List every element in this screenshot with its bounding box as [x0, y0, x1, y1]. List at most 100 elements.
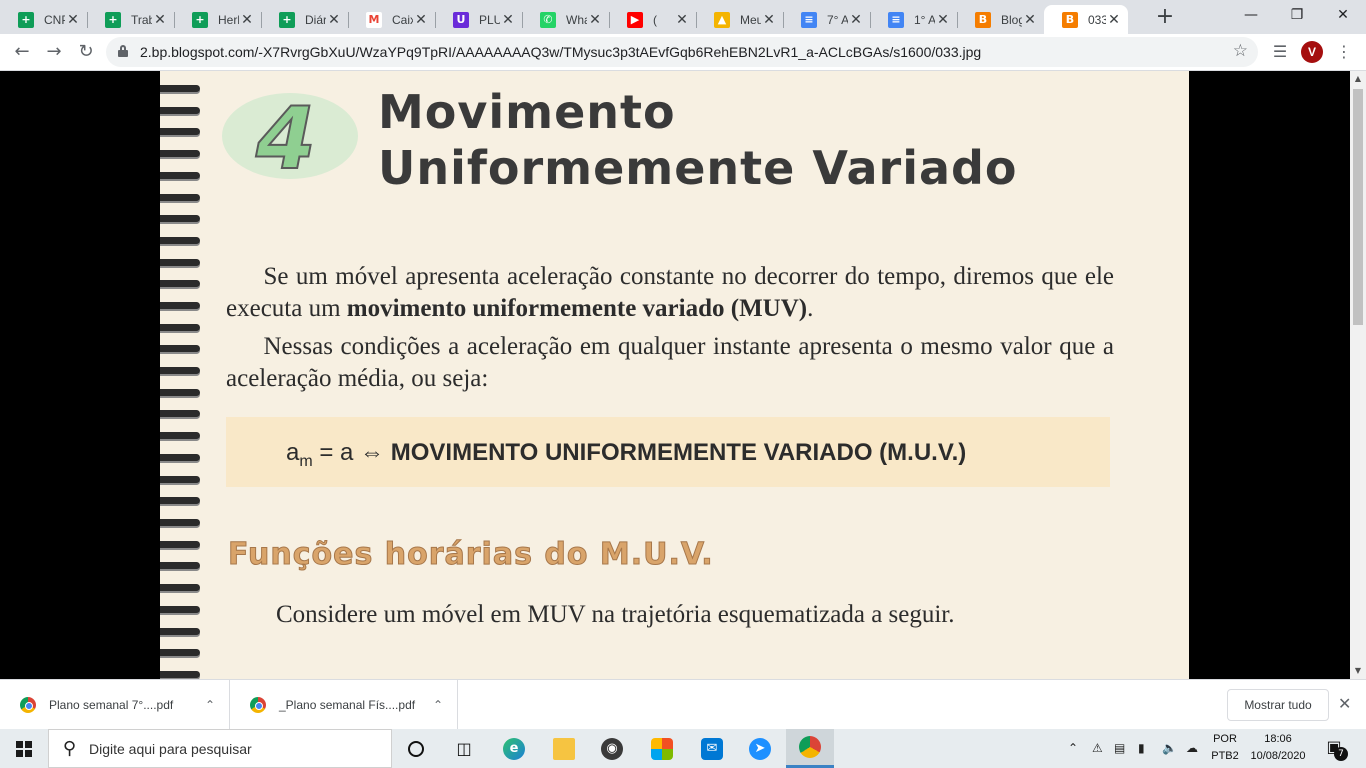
menu-icon[interactable]: ⋮ [1332, 40, 1356, 64]
volume-icon[interactable]: 🔈 [1162, 729, 1177, 768]
tab-title[interactable]: CNP [44, 13, 65, 27]
chrome-taskbar-icon[interactable] [786, 729, 834, 768]
blogger-icon: B [1062, 11, 1078, 28]
sheets-icon: + [105, 11, 121, 28]
media-control-icon[interactable]: ☰ [1268, 40, 1292, 64]
tab-close-icon[interactable]: ✕ [413, 12, 429, 28]
onedrive-icon[interactable]: ☁ [1186, 729, 1198, 768]
browser-tab[interactable]: ≡ 1° A ✕ [870, 5, 957, 34]
spiral-ring [160, 541, 200, 548]
tab-title[interactable]: Blog [1001, 13, 1022, 27]
tab-close-icon[interactable]: ✕ [761, 12, 777, 28]
mail-icon[interactable]: ✉ [688, 729, 736, 768]
tab-title[interactable]: Wha [566, 13, 587, 27]
url-text[interactable]: 2.bp.blogspot.com/-X7RvrgGbXuU/WzaYPq9Tp… [140, 44, 981, 60]
tab-title[interactable]: PLU [479, 13, 500, 27]
tab-close-icon[interactable]: ✕ [935, 12, 951, 28]
network-icon[interactable]: ▤ [1114, 729, 1125, 768]
task-view-icon[interactable]: ◫ [440, 729, 488, 768]
spiral-ring [160, 389, 200, 396]
spiral-ring [160, 410, 200, 417]
tab-close-icon[interactable]: ✕ [848, 12, 864, 28]
tab-title[interactable]: 7° A [827, 13, 848, 27]
tab-close-icon[interactable]: ✕ [326, 12, 342, 28]
browser-tab[interactable]: M Caix✕ [348, 5, 435, 34]
browser-tab[interactable]: ▲ Meu ✕ [696, 5, 783, 34]
search-placeholder[interactable]: Digite aqui para pesquisar [89, 741, 252, 757]
spiral-ring [160, 280, 200, 287]
start-button[interactable] [0, 729, 48, 768]
tab-title[interactable]: Diár [305, 13, 326, 27]
forward-button[interactable]: → [40, 38, 68, 66]
tab-title[interactable]: 033. [1088, 13, 1106, 27]
youtube-icon: ▶ [627, 11, 643, 28]
browser-tab[interactable]: + Diár ✕ [261, 5, 348, 34]
close-icon[interactable]: ✕ [1338, 694, 1351, 713]
browser-tab[interactable]: B 033.✕ [1044, 5, 1128, 34]
edge-icon[interactable]: e [490, 729, 538, 768]
minimize-button[interactable]: — [1228, 0, 1274, 34]
download-item[interactable]: Plano semanal 7°....pdf ⌃ [0, 680, 230, 730]
tab-close-icon[interactable]: ✕ [674, 12, 690, 28]
tab-close-icon[interactable]: ✕ [239, 12, 255, 28]
gmail-icon: M [366, 11, 382, 28]
show-all-button[interactable]: Mostrar tudo [1227, 689, 1329, 721]
obs-icon[interactable]: ◉ [588, 729, 636, 768]
battery-icon[interactable]: ▮ [1138, 729, 1145, 768]
tab-close-icon[interactable]: ✕ [1022, 12, 1038, 28]
taskbar-search[interactable]: ⚲ Digite aqui para pesquisar [48, 729, 392, 768]
tab-close-icon[interactable]: ✕ [1106, 12, 1122, 28]
tab-title[interactable]: Herb [218, 13, 239, 27]
browser-tab[interactable]: ▶ (✕ [609, 5, 696, 34]
tab-title[interactable]: Trab [131, 13, 152, 27]
scrollbar-thumb[interactable] [1353, 89, 1363, 325]
tab-close-icon[interactable]: ✕ [500, 12, 516, 28]
scroll-up-arrow[interactable]: ▲ [1350, 71, 1366, 87]
close-window-button[interactable]: ✕ [1320, 0, 1366, 34]
browser-tab[interactable]: ✆ Wha✕ [522, 5, 609, 34]
download-name[interactable]: _Plano semanal Fís....pdf [279, 698, 415, 712]
restore-button[interactable]: ❐ [1274, 0, 1320, 34]
browser-app-icon[interactable]: ➤ [736, 729, 784, 768]
browser-tab[interactable]: B Blog ✕ [957, 5, 1044, 34]
formula-subscript: m [299, 452, 313, 470]
address-bar[interactable]: 2.bp.blogspot.com/-X7RvrgGbXuU/WzaYPq9Tp… [106, 37, 1258, 67]
clock-time: 18:06 [1264, 733, 1292, 745]
tab-close-icon[interactable]: ✕ [587, 12, 603, 28]
profile-avatar[interactable]: V [1301, 41, 1323, 63]
show-hidden-icons[interactable]: ⌃ [1068, 729, 1078, 768]
book-page-image: 4 Movimento Uniformemente Variado Se um … [160, 71, 1189, 679]
reload-button[interactable]: ↻ [72, 38, 100, 66]
vertical-scrollbar[interactable]: ▲ ▼ [1350, 71, 1366, 679]
spiral-binding [160, 71, 204, 679]
scroll-down-arrow[interactable]: ▼ [1350, 663, 1366, 679]
store-icon[interactable] [638, 729, 686, 768]
bookmark-star-icon[interactable]: ☆ [1233, 41, 1248, 61]
browser-tab[interactable]: ≡ 7° A ✕ [783, 5, 870, 34]
download-name[interactable]: Plano semanal 7°....pdf [49, 698, 173, 712]
browser-tab[interactable]: U PLU ✕ [435, 5, 522, 34]
clock[interactable]: 18:06 10/08/2020 [1246, 731, 1310, 765]
browser-tab[interactable]: + Trab ✕ [87, 5, 174, 34]
chapter-title-line2: Uniformemente Variado [378, 141, 1018, 195]
tab-title[interactable]: 1° A [914, 13, 935, 27]
tab-title[interactable]: Meu [740, 13, 761, 27]
tab-close-icon[interactable]: ✕ [65, 12, 81, 28]
tab-close-icon[interactable]: ✕ [152, 12, 168, 28]
tab-title[interactable]: Caix [392, 13, 413, 27]
file-explorer-icon[interactable] [540, 729, 588, 768]
browser-tab[interactable]: + CNP✕ [0, 5, 87, 34]
chevron-up-icon[interactable]: ⌃ [205, 698, 215, 712]
notification-center-icon[interactable]: ▣ 7 [1322, 737, 1348, 761]
sheets-icon: + [192, 11, 208, 28]
chevron-up-icon[interactable]: ⌃ [433, 698, 443, 712]
new-tab-button[interactable]: + [1152, 5, 1178, 31]
cortana-icon[interactable] [392, 729, 440, 768]
warning-icon[interactable]: ⚠ [1092, 729, 1103, 768]
tab-title[interactable]: ( [653, 13, 674, 27]
browser-tab[interactable]: + Herb✕ [174, 5, 261, 34]
back-button[interactable]: ← [8, 38, 36, 66]
download-item[interactable]: _Plano semanal Fís....pdf ⌃ [230, 680, 458, 730]
spiral-ring [160, 497, 200, 504]
language-indicator[interactable]: POR PTB2 [1210, 731, 1240, 765]
